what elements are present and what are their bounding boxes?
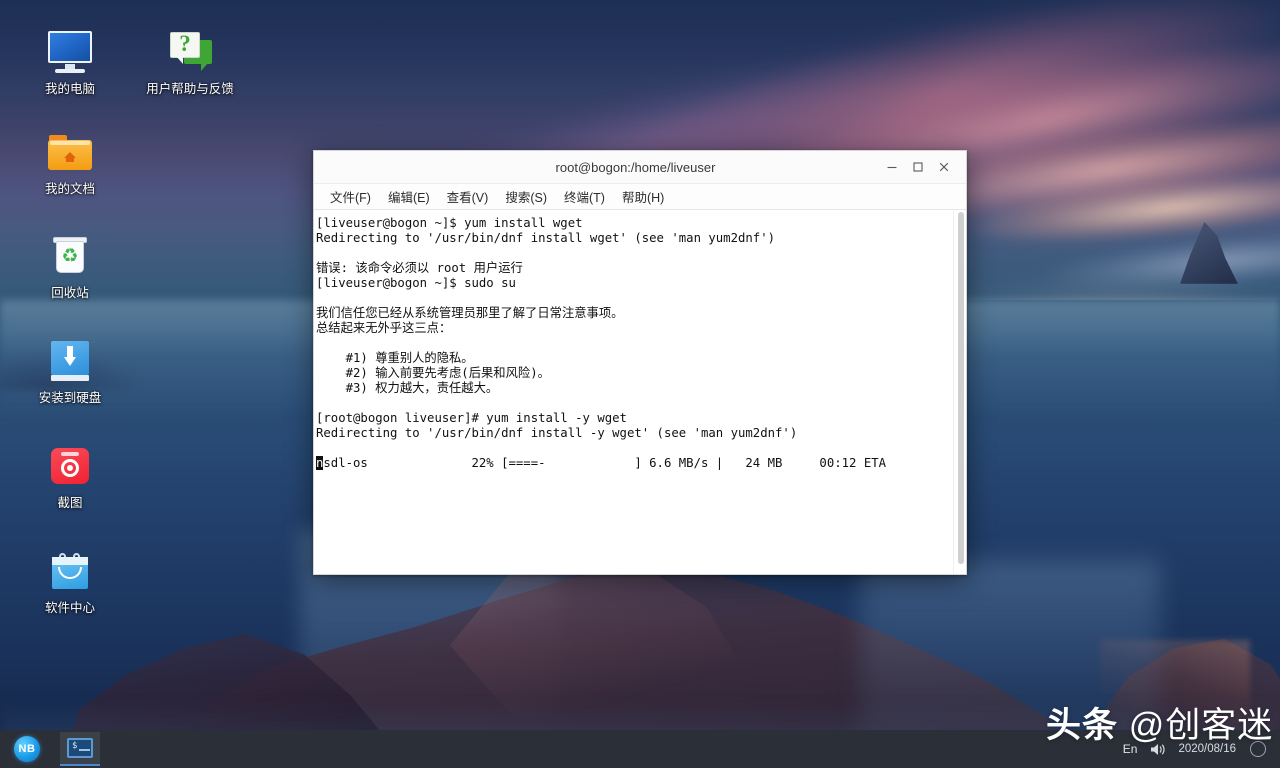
recycle-bin-icon: ♻ xyxy=(46,232,94,280)
menu-item-help[interactable]: 帮助(H) xyxy=(622,187,664,206)
close-button[interactable] xyxy=(931,151,957,184)
desktop-icon-recycle-bin[interactable]: ♻ 回收站 xyxy=(18,232,122,301)
system-tray: En 2020/08/16 xyxy=(1123,730,1280,768)
menu-item-edit[interactable]: 编辑(E) xyxy=(388,187,430,206)
tray-language-indicator[interactable]: En xyxy=(1123,742,1138,756)
install-to-disk-icon xyxy=(46,337,94,385)
show-desktop-icon[interactable] xyxy=(1250,741,1266,757)
desktop-icon-screenshot[interactable]: 截图 xyxy=(18,442,122,511)
terminal-scrollbar[interactable] xyxy=(953,210,966,574)
terminal-scrollbar-thumb[interactable] xyxy=(958,212,964,564)
terminal-window[interactable]: root@bogon:/home/liveuser 文件(F) 编辑(E) 查看… xyxy=(313,150,967,575)
desktop-icon-my-computer[interactable]: 我的电脑 xyxy=(18,28,122,97)
minimize-button[interactable] xyxy=(879,151,905,184)
maximize-button[interactable] xyxy=(905,151,931,184)
desktop-icon-my-documents[interactable]: 我的文档 xyxy=(18,128,122,197)
tray-clock[interactable]: 2020/08/16 xyxy=(1178,743,1236,756)
desktop-icon-label: 我的文档 xyxy=(18,182,122,197)
speaker-icon[interactable] xyxy=(1149,742,1166,757)
window-title-bar[interactable]: root@bogon:/home/liveuser xyxy=(314,151,966,184)
taskbar-item-terminal[interactable] xyxy=(60,732,100,766)
desktop-icon-label: 回收站 xyxy=(18,286,122,301)
menu-item-search[interactable]: 搜索(S) xyxy=(505,187,547,206)
menu-bar: 文件(F) 编辑(E) 查看(V) 搜索(S) 终端(T) 帮助(H) xyxy=(314,184,966,210)
menu-item-view[interactable]: 查看(V) xyxy=(447,187,489,206)
desktop-icon-label: 用户帮助与反馈 xyxy=(138,82,242,97)
terminal-output[interactable]: [liveuser@bogon ~]$ yum install wget Red… xyxy=(314,210,953,574)
terminal-output-after-cursor: sdl-os 22% [====- ] 6.6 MB/s | 24 MB 00:… xyxy=(323,456,886,470)
menu-item-terminal[interactable]: 终端(T) xyxy=(564,187,605,206)
help-feedback-icon: ? xyxy=(166,28,214,76)
desktop-icon-user-help-feedback[interactable]: ? 用户帮助与反馈 xyxy=(138,28,242,97)
terminal-icon xyxy=(67,738,93,758)
camera-screenshot-icon xyxy=(46,442,94,490)
desktop-icon-label: 软件中心 xyxy=(18,601,122,616)
desktop-icon-area: 我的电脑 ? 用户帮助与反馈 我的文档 ♻ 回收站 安装到硬盘 截图 xyxy=(0,0,260,700)
desktop-icon-label: 我的电脑 xyxy=(18,82,122,97)
folder-home-icon xyxy=(46,128,94,176)
terminal-output-before-cursor: [liveuser@bogon ~]$ yum install wget Red… xyxy=(316,216,797,440)
start-button-label: NB xyxy=(14,736,40,762)
monitor-icon xyxy=(46,28,94,76)
taskbar-window-list xyxy=(60,730,100,768)
desktop-icon-label: 截图 xyxy=(18,496,122,511)
desktop-icon-software-center[interactable]: 软件中心 xyxy=(18,547,122,616)
desktop-icon-install-to-disk[interactable]: 安装到硬盘 xyxy=(18,337,122,406)
menu-item-file[interactable]: 文件(F) xyxy=(330,187,371,206)
terminal-body[interactable]: [liveuser@bogon ~]$ yum install wget Red… xyxy=(314,210,966,574)
window-controls xyxy=(879,151,966,183)
start-button[interactable]: NB xyxy=(10,732,44,766)
taskbar: NB En 2020/08/16 xyxy=(0,730,1280,768)
desktop-icon-label: 安装到硬盘 xyxy=(18,391,122,406)
software-center-bag-icon xyxy=(46,547,94,595)
window-title: root@bogon:/home/liveuser xyxy=(314,160,879,175)
